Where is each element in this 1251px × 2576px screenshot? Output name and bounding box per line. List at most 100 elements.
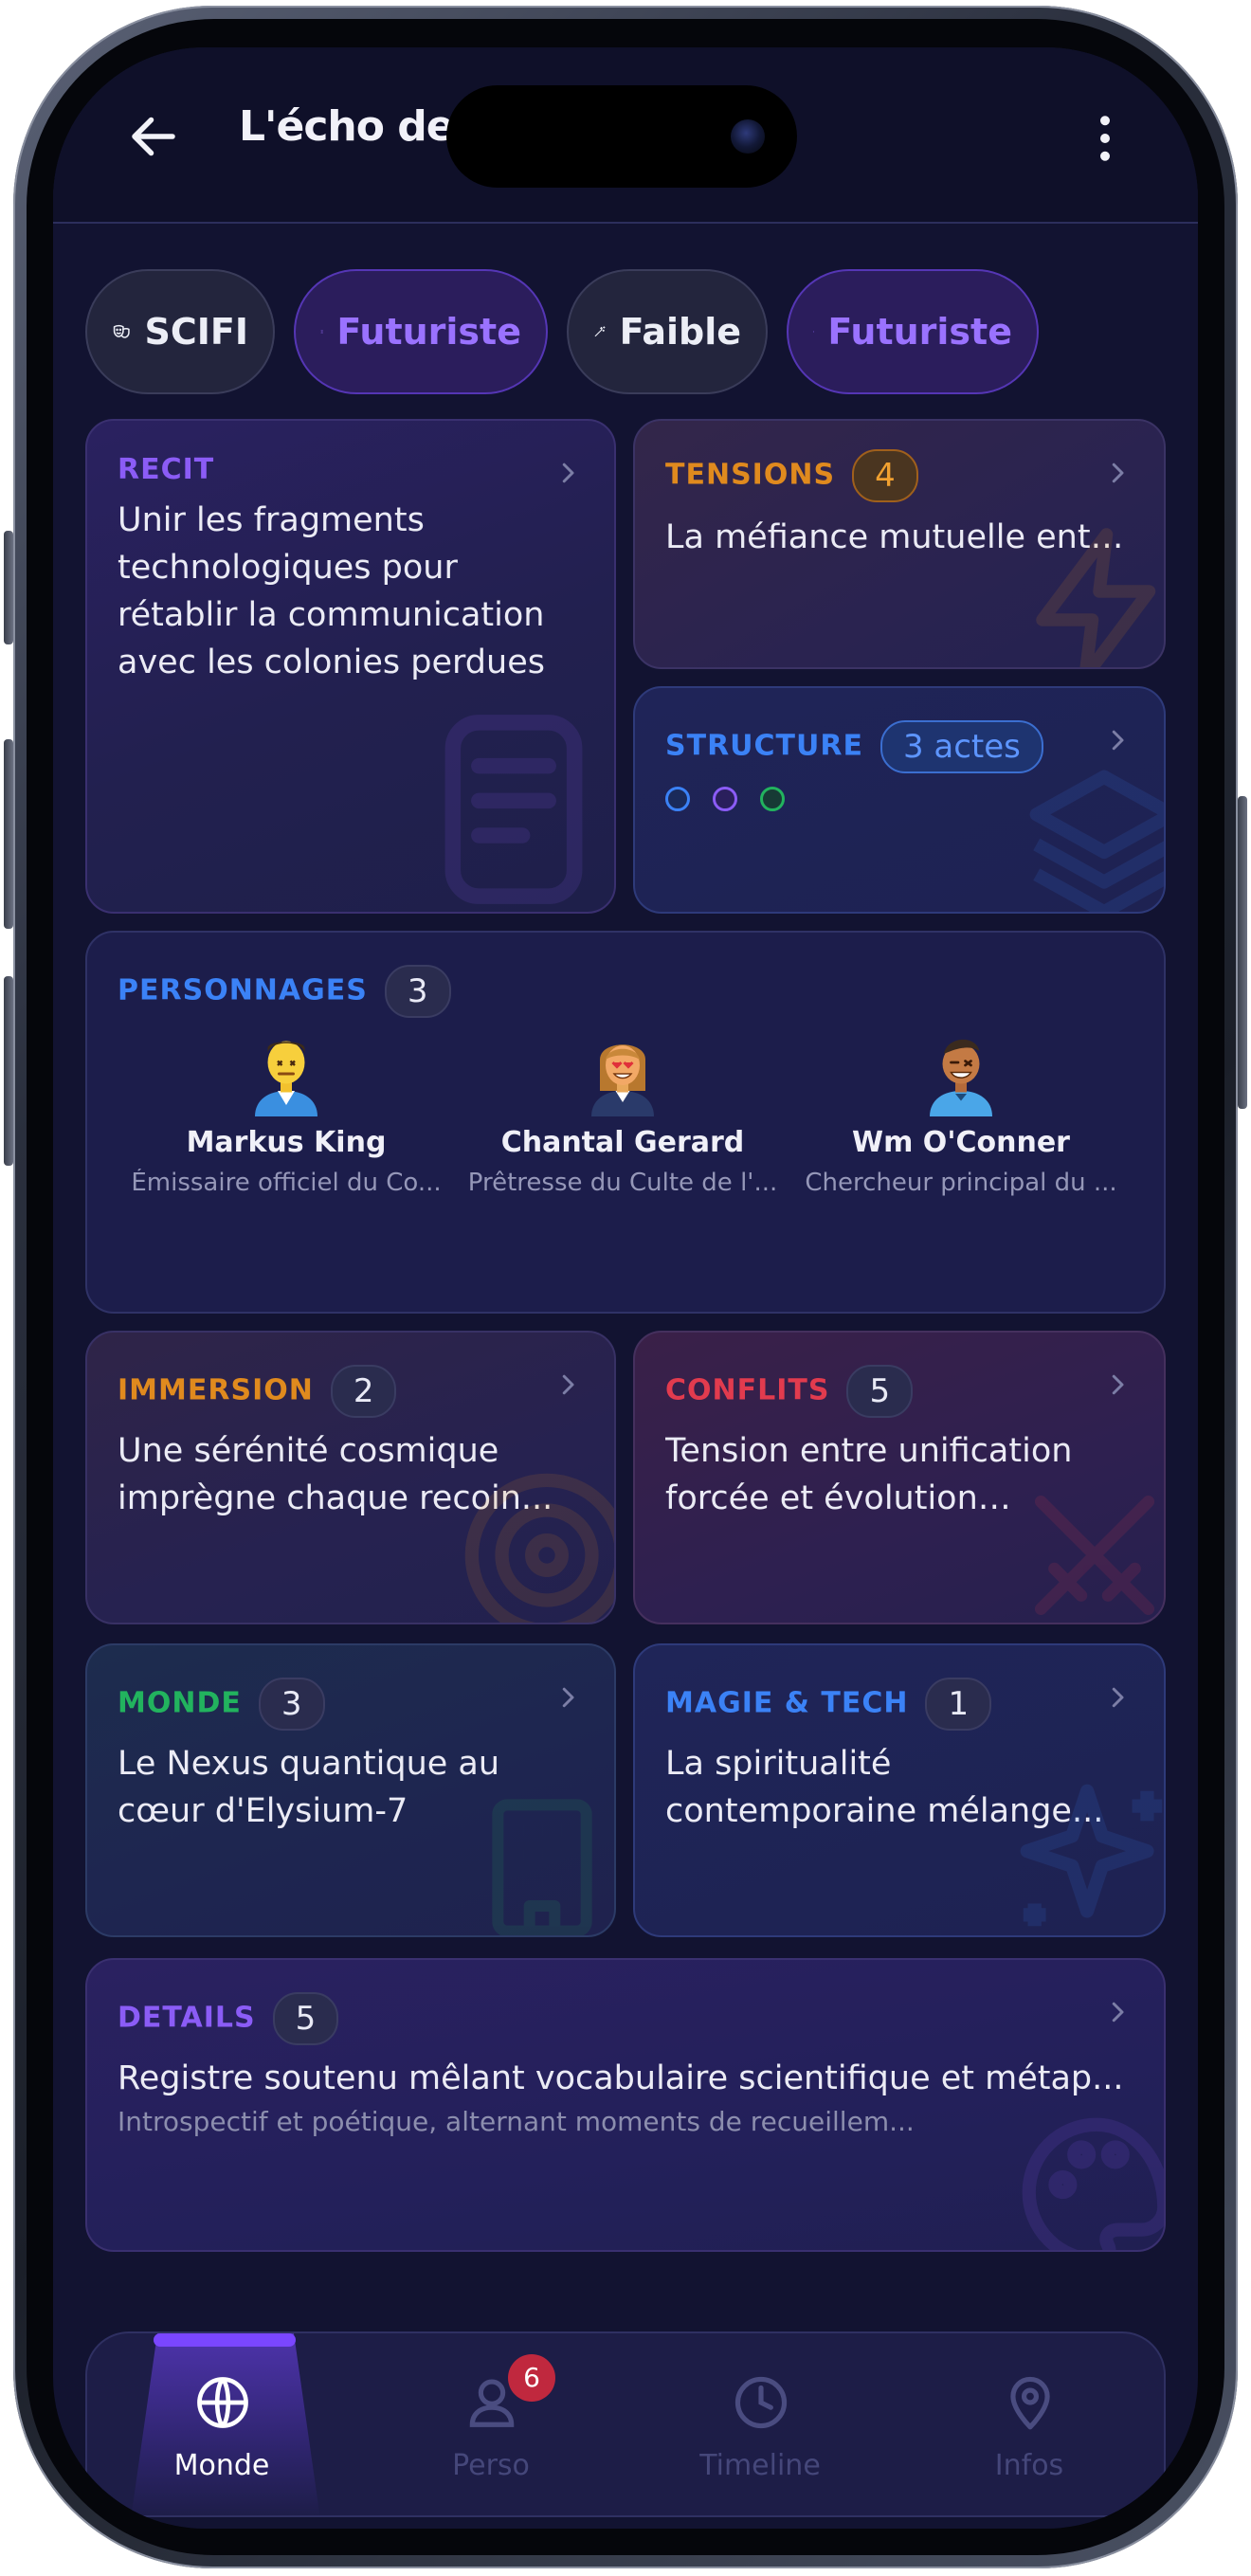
- structure-card[interactable]: STRUCTURE 3 actes: [633, 686, 1166, 914]
- monde-label: MONDE 3: [118, 1678, 325, 1731]
- act-dot-2: [713, 787, 737, 811]
- chevron-right-icon: [1112, 463, 1124, 483]
- recit-text: Unir les fragments technologiques pour r…: [118, 501, 545, 681]
- conflits-title: CONFLITS: [665, 1373, 830, 1407]
- act-dot-1: [665, 787, 690, 811]
- tensions-label: TENSIONS 4: [665, 449, 918, 502]
- app-screen: L'écho des SCIFI Futuriste Faible Futuri…: [53, 47, 1198, 2529]
- chevron-right-icon: [1112, 730, 1124, 751]
- cpu-chip-icon: [813, 331, 815, 333]
- chevron-right-icon: [1112, 1687, 1124, 1708]
- avatar-markus-icon: [255, 1041, 317, 1116]
- document-icon: [444, 715, 583, 904]
- details-subtext: Introspectif et poétique, alternant mome…: [118, 2106, 915, 2137]
- chip-label: SCIFI: [144, 311, 249, 353]
- character-item[interactable]: Wm O'Conner Chercheur principal du ...: [800, 1025, 1122, 1197]
- immersion-count-badge: 2: [330, 1365, 397, 1418]
- nav-label: Perso: [452, 2449, 530, 2482]
- nav-item-monde[interactable]: Monde: [87, 2333, 356, 2515]
- magie-tech-count-badge: 1: [925, 1678, 992, 1731]
- conflits-card[interactable]: CONFLITS 5 Tension entre unification forc…: [633, 1331, 1166, 1624]
- avatar-wm-icon: [930, 1039, 992, 1116]
- top-app-bar: L'écho des: [53, 47, 1198, 224]
- details-title: DETAILS: [118, 2001, 256, 2035]
- action-button: [4, 531, 13, 644]
- character-item[interactable]: Chantal Gerard Prêtresse du Culte de l'.…: [462, 1025, 784, 1197]
- recit-card[interactable]: RECIT Unir les fragments technologiques …: [85, 419, 616, 914]
- conflits-count-badge: 5: [846, 1365, 914, 1418]
- camera-lens: [731, 119, 765, 154]
- monde-card[interactable]: MONDE 3 Le Nexus quantique au cœur d'Elys…: [85, 1643, 616, 1937]
- target-icon: [464, 1473, 614, 1623]
- page-title: L'écho des: [239, 102, 479, 151]
- magie-tech-label: MAGIE & TECH 1: [665, 1678, 992, 1731]
- personnages-title: PERSONNAGES: [118, 973, 368, 1007]
- map-pin-icon: [1010, 2376, 1050, 2430]
- details-count-badge: 5: [272, 1992, 339, 2045]
- chip-tech-level[interactable]: Futuriste: [787, 269, 1039, 394]
- personnages-label: PERSONNAGES 3: [118, 965, 451, 1018]
- nav-item-infos[interactable]: Infos: [895, 2333, 1164, 2515]
- character-name: Chantal Gerard: [500, 1126, 745, 1159]
- chevron-right-icon: [562, 1374, 574, 1395]
- nav-item-perso[interactable]: 6 Perso: [356, 2333, 626, 2515]
- immersion-card[interactable]: IMMERSION 2 Une sérénité cosmique imprègn…: [85, 1331, 616, 1624]
- chip-genre[interactable]: SCIFI: [85, 269, 275, 394]
- nav-label: Monde: [173, 2449, 270, 2482]
- personnages-count-badge: 3: [384, 965, 451, 1018]
- volume-up-button: [4, 739, 13, 929]
- nav-label: Infos: [994, 2449, 1064, 2482]
- bottom-nav-bar: Monde 6 Perso Timeline Infos: [85, 2331, 1166, 2517]
- building-icon: [492, 1799, 592, 1935]
- chevron-right-icon: [1112, 2002, 1124, 2023]
- tensions-title: TENSIONS: [665, 458, 836, 492]
- conflits-label: CONFLITS 5: [665, 1365, 914, 1418]
- lightning-icon: [1036, 528, 1156, 667]
- structure-title: STRUCTURE: [665, 729, 863, 763]
- character-role: Chercheur principal du ...: [805, 1169, 1117, 1197]
- tensions-count-badge: 4: [852, 449, 918, 502]
- details-text: Registre soutenu mêlant vocabulaire scie…: [118, 2059, 1124, 2097]
- magic-wand-icon: [594, 326, 606, 337]
- drama-masks-icon: [113, 324, 130, 338]
- sparkles-icon: [1020, 1784, 1163, 1927]
- monde-title: MONDE: [118, 1686, 242, 1720]
- nav-label: Timeline: [699, 2449, 821, 2482]
- monde-count-badge: 3: [258, 1678, 325, 1731]
- recit-label: RECIT: [118, 453, 215, 486]
- character-role: Émissaire officiel du Co...: [131, 1169, 442, 1197]
- chip-magic-level[interactable]: Faible: [567, 269, 768, 394]
- nav-item-timeline[interactable]: Timeline: [626, 2333, 895, 2515]
- globe-icon: [197, 2377, 248, 2428]
- chip-era[interactable]: Futuriste: [294, 269, 548, 394]
- power-button: [1238, 796, 1247, 1109]
- more-vertical-icon[interactable]: [1077, 110, 1133, 167]
- character-role: Prêtresse du Culte de l'...: [467, 1169, 778, 1197]
- magie-tech-card[interactable]: MAGIE & TECH 1 La spiritualité contempora…: [633, 1643, 1166, 1937]
- chip-label: Futuriste: [336, 311, 521, 353]
- details-label: DETAILS 5: [118, 1992, 339, 2045]
- palette-icon: [1022, 2117, 1164, 2250]
- layers-icon: [1029, 770, 1164, 912]
- chip-label: Futuriste: [827, 311, 1012, 353]
- magie-tech-title: MAGIE & TECH: [665, 1686, 909, 1720]
- dynamic-island: [446, 85, 797, 188]
- character-name: Markus King: [186, 1126, 387, 1159]
- perso-notification-badge: 6: [508, 2354, 555, 2402]
- immersion-label: IMMERSION 2: [118, 1365, 397, 1418]
- crossed-swords-icon: [1034, 1495, 1155, 1616]
- chevron-right-icon: [562, 463, 574, 483]
- chevron-right-icon: [1112, 1374, 1124, 1395]
- chip-label: Faible: [619, 311, 741, 353]
- character-item[interactable]: Markus King Émissaire officiel du Co...: [125, 1025, 447, 1197]
- tensions-card[interactable]: TENSIONS 4 La méfiance mutuelle entre...: [633, 419, 1166, 669]
- chevron-right-icon: [562, 1687, 574, 1708]
- details-card[interactable]: DETAILS 5 Registre soutenu mêlant vocabul…: [85, 1958, 1166, 2252]
- act-indicators: [665, 787, 785, 811]
- clock-icon: [734, 2376, 788, 2429]
- hourglass-icon: [320, 330, 323, 334]
- personnages-card[interactable]: PERSONNAGES 3 Markus King Émissaire offic…: [85, 931, 1166, 1314]
- active-tab-indicator: [154, 2333, 296, 2347]
- volume-down-button: [4, 976, 13, 1166]
- arrow-left-icon[interactable]: [125, 108, 182, 165]
